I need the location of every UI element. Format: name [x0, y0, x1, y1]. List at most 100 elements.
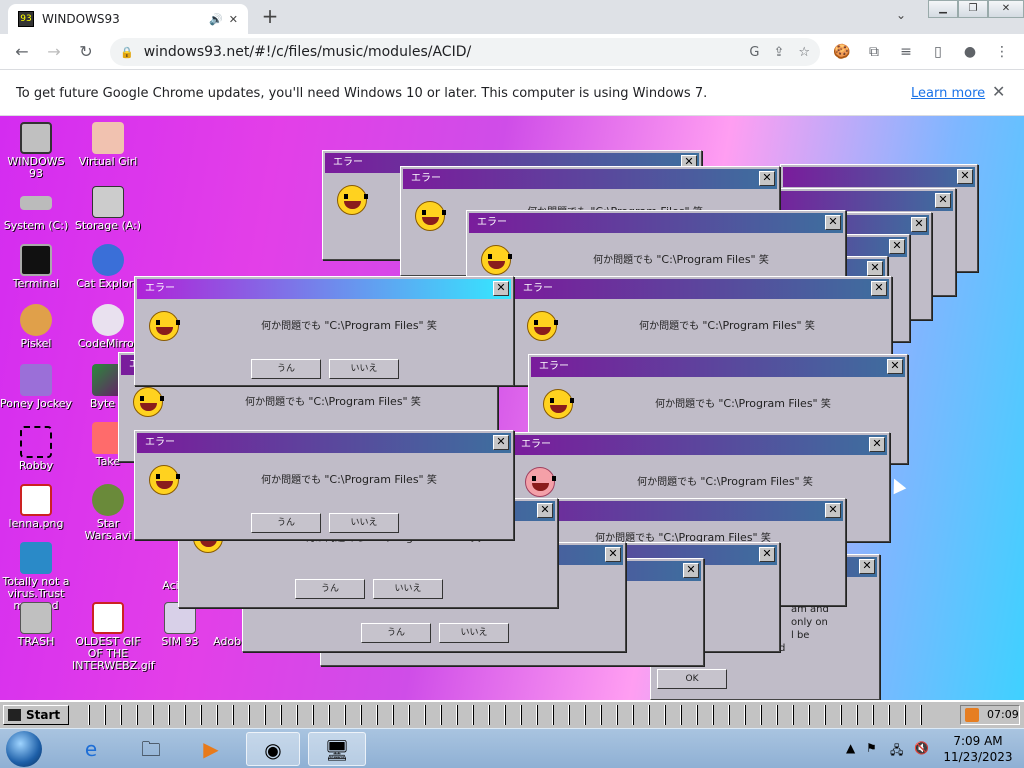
desktop-icon-storage-a[interactable]: Storage (A:) — [72, 186, 144, 232]
restore-button[interactable]: ❐ — [958, 0, 988, 18]
url-text[interactable]: windows93.net/#!/c/files/music/modules/A… — [144, 44, 736, 60]
dialog-close-icon[interactable]: ✕ — [935, 193, 951, 208]
dialog-close-icon[interactable]: ✕ — [825, 503, 841, 518]
cookie-extension-icon[interactable]: 🍪 — [832, 42, 852, 62]
minimize-button[interactable]: ▁ — [928, 0, 958, 18]
clock-time: 7:09 AM — [953, 734, 1003, 748]
dialog-titlebar[interactable]: エラー ✕ — [137, 433, 511, 453]
show-hidden-icons-chevron-icon[interactable]: ▲ — [846, 741, 855, 755]
dialog-close-icon[interactable]: ✕ — [537, 503, 553, 518]
error-dialog-active[interactable]: エラー ✕ 何か問題でも "C:\Program Files" 笑 うん いいえ — [134, 276, 514, 386]
dialog-titlebar[interactable]: ✕ — [783, 167, 975, 187]
yes-button[interactable]: うん — [251, 513, 321, 533]
dialog-close-icon[interactable]: ✕ — [493, 435, 509, 450]
share-icon[interactable]: ⇪ — [773, 45, 784, 60]
yes-button[interactable]: うん — [251, 359, 321, 379]
desktop-icon-terminal[interactable]: Terminal — [0, 244, 72, 290]
network-icon[interactable]: 🖧 — [890, 741, 903, 762]
message-prefix: 何か問題でも — [261, 475, 322, 486]
dialog-close-icon[interactable]: ✕ — [867, 261, 883, 276]
action-center-flag-icon[interactable]: ⚑ — [866, 741, 877, 755]
w93-taskbar-buttons[interactable] — [74, 705, 936, 725]
start-button[interactable]: Start — [3, 705, 69, 725]
dialog-close-icon[interactable]: ✕ — [759, 547, 775, 562]
w93-tray: 07:09 — [960, 705, 1020, 725]
desktop-icon-system-c[interactable]: System (C:) — [0, 186, 72, 232]
dialog-titlebar[interactable]: ✕ — [763, 191, 953, 211]
mouse-cursor-icon — [887, 475, 907, 495]
dialog-close-icon[interactable]: ✕ — [825, 215, 841, 230]
google-icon[interactable]: G — [749, 45, 759, 60]
forward-arrow-icon[interactable]: → — [42, 40, 66, 64]
dialog-close-icon[interactable]: ✕ — [869, 437, 885, 452]
media-player-icon[interactable]: ▶ — [184, 732, 238, 766]
no-button[interactable]: いいえ — [439, 623, 509, 643]
desktop-icon-virtual-girl[interactable]: Virtual Girl — [72, 122, 144, 168]
speaker-icon[interactable]: 🔊 — [209, 13, 223, 26]
no-button[interactable]: いいえ — [373, 579, 443, 599]
dialog-titlebar[interactable]: エラー ✕ — [515, 279, 889, 299]
windows93-favicon-icon: 93 — [18, 11, 34, 27]
dialog-close-icon[interactable]: ✕ — [859, 559, 875, 574]
reload-icon[interactable]: ↻ — [74, 40, 98, 64]
close-window-button[interactable]: ✕ — [988, 0, 1024, 18]
file-explorer-icon[interactable]: 🗀 — [124, 732, 178, 766]
no-button[interactable]: いいえ — [329, 359, 399, 379]
extensions-puzzle-icon[interactable]: ⧉ — [864, 42, 884, 62]
desktop-icon-windows93[interactable]: WINDOWS 93 — [0, 122, 72, 180]
remote-desktop-icon[interactable]: 🖥 — [308, 732, 366, 766]
tab-search-chevron-icon[interactable]: ⌄ — [896, 8, 906, 22]
message-path: "C:\Program Files" — [656, 253, 756, 266]
desktop-icon-poney-jockey[interactable]: Poney Jockey — [0, 364, 72, 410]
dialog-close-icon[interactable]: ✕ — [759, 171, 775, 186]
message-suffix: 笑 — [426, 475, 437, 486]
media-control-icon[interactable]: ≡ — [896, 42, 916, 62]
tab-windows93[interactable]: 93 WINDOWS93 🔊 ✕ — [8, 4, 248, 34]
yes-button[interactable]: うん — [361, 623, 431, 643]
address-bar[interactable]: 🔒 windows93.net/#!/c/files/music/modules… — [110, 38, 820, 66]
chrome-icon[interactable]: ◉ — [246, 732, 300, 766]
dialog-titlebar[interactable]: エラー ✕ — [469, 213, 843, 233]
dialog-titlebar[interactable]: エラー ✕ — [531, 357, 905, 377]
dialog-message: 何か問題でも "C:\Program Files" 笑 — [195, 471, 503, 486]
desktop-icon-robby[interactable]: Robby — [0, 426, 72, 472]
profile-avatar-icon[interactable]: ● — [960, 42, 980, 62]
tab-close-icon[interactable]: ✕ — [229, 13, 238, 26]
dialog-titlebar[interactable]: エラー ✕ — [403, 169, 777, 189]
dialog-close-icon[interactable]: ✕ — [871, 281, 887, 296]
bookmark-star-icon[interactable]: ☆ — [798, 45, 810, 60]
error-dialog[interactable]: エラー ✕ 何か問題でも "C:\Program Files" 笑 うん いいえ — [134, 430, 514, 540]
windows-start-orb-icon[interactable] — [6, 731, 42, 767]
dialog-close-icon[interactable]: ✕ — [683, 563, 699, 578]
back-arrow-icon[interactable]: ← — [10, 40, 34, 64]
dialog-close-icon[interactable]: ✕ — [911, 217, 927, 232]
smiley-face-icon — [133, 387, 164, 417]
dialog-titlebar[interactable]: エラー ✕ — [513, 435, 887, 455]
learn-more-link[interactable]: Learn more — [911, 86, 985, 101]
lock-icon[interactable]: 🔒 — [120, 46, 134, 59]
dialog-close-icon[interactable]: ✕ — [889, 239, 905, 254]
ok-button[interactable]: OK — [657, 669, 727, 689]
desktop-icon-piskel[interactable]: Piskel — [0, 304, 72, 350]
dialog-titlebar[interactable]: エラー ✕ — [137, 279, 511, 299]
dialog-close-icon[interactable]: ✕ — [605, 547, 621, 562]
internet-explorer-icon[interactable]: e — [64, 732, 118, 766]
system-clock[interactable]: 7:09 AM 11/23/2023 — [938, 733, 1018, 765]
message-suffix: 笑 — [804, 321, 815, 332]
dialog-message: 何か問題でも "C:\Program Files" 笑 — [573, 317, 881, 332]
no-button[interactable]: いいえ — [329, 513, 399, 533]
yes-button[interactable]: うん — [295, 579, 365, 599]
desktop-icon-lenna[interactable]: lenna.png — [0, 484, 72, 530]
desktop-icon-trash[interactable]: TRASH — [0, 602, 72, 648]
dialog-close-icon[interactable]: ✕ — [887, 359, 903, 374]
volume-muted-icon[interactable]: 🔇 — [914, 741, 929, 755]
desktop-icon-sim93[interactable]: SIM 93 — [144, 602, 216, 648]
side-panel-icon[interactable]: ▯ — [928, 42, 948, 62]
desktop-icon-oldest-gif[interactable]: OLDEST GIF OF THE INTERWEBZ.gif — [72, 602, 155, 672]
menu-kebab-icon[interactable]: ⋮ — [992, 42, 1012, 62]
rss-icon[interactable] — [965, 708, 979, 722]
new-tab-button[interactable]: + — [258, 4, 282, 28]
dialog-close-icon[interactable]: ✕ — [493, 281, 509, 296]
dialog-close-icon[interactable]: ✕ — [957, 169, 973, 184]
infobar-close-icon[interactable]: ✕ — [992, 82, 1005, 101]
